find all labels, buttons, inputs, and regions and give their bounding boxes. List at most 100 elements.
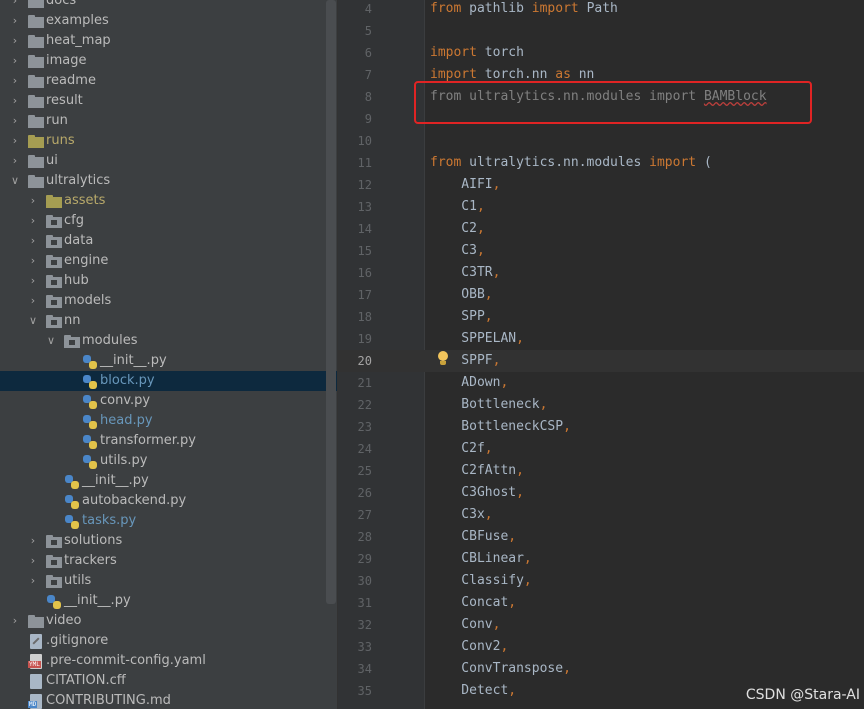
tree-item-readme[interactable]: › readme (0, 71, 337, 91)
tree-item-models[interactable]: › models (0, 291, 337, 311)
tree-item-cfg[interactable]: › cfg (0, 211, 337, 231)
tree-item-trackers[interactable]: › trackers (0, 551, 337, 571)
tree-item-label: video (46, 613, 82, 628)
tree-item-data[interactable]: › data (0, 231, 337, 251)
chevron-right-icon[interactable]: › (9, 151, 21, 171)
code-token: , (476, 199, 485, 214)
tree-item-label: assets (64, 193, 106, 208)
code-line[interactable]: 6 import torch (338, 42, 864, 64)
code-line[interactable]: 33 Conv2, (338, 636, 864, 658)
code-line[interactable]: 26 C3Ghost, (338, 482, 864, 504)
code-token: ultralytics.nn.modules (469, 155, 650, 170)
tree-item-nn[interactable]: ∨ nn (0, 311, 337, 331)
code-line[interactable]: 17 OBB, (338, 284, 864, 306)
python-file-icon (82, 454, 98, 469)
chevron-right-icon[interactable]: › (9, 131, 21, 151)
tree-item-utils-py[interactable]: utils.py (0, 451, 337, 471)
code-line[interactable]: 27 C3x, (338, 504, 864, 526)
code-line[interactable]: 22 Bottleneck, (338, 394, 864, 416)
tree-item-ultralytics-init[interactable]: __init__.py (0, 591, 337, 611)
tree-item-modules[interactable]: ∨ modules (0, 331, 337, 351)
tree-item-transformer[interactable]: transformer.py (0, 431, 337, 451)
code-line[interactable]: 34 ConvTranspose, (338, 658, 864, 680)
line-number: 29 (357, 552, 372, 566)
tree-item-solutions[interactable]: › solutions (0, 531, 337, 551)
code-line[interactable]: 31 Concat, (338, 592, 864, 614)
tree-item-gitignore[interactable]: .gitignore (0, 631, 337, 651)
tree-item-ui[interactable]: › ui (0, 151, 337, 171)
code-line[interactable]: 21 ADown, (338, 372, 864, 394)
tree-item-autobackend[interactable]: autobackend.py (0, 491, 337, 511)
tree-item-conv[interactable]: conv.py (0, 391, 337, 411)
tree-item-examples[interactable]: › examples (0, 11, 337, 31)
tree-item-runs[interactable]: › runs (0, 131, 337, 151)
chevron-right-icon[interactable]: › (27, 291, 39, 311)
chevron-right-icon[interactable]: › (27, 191, 39, 211)
chevron-right-icon[interactable]: › (9, 11, 21, 31)
chevron-right-icon[interactable]: › (27, 571, 39, 591)
chevron-right-icon[interactable]: › (9, 51, 21, 71)
tree-item-engine[interactable]: › engine (0, 251, 337, 271)
code-line[interactable]: 14 C2, (338, 218, 864, 240)
chevron-right-icon[interactable]: › (9, 111, 21, 131)
code-line[interactable]: 15 C3, (338, 240, 864, 262)
chevron-right-icon[interactable]: › (9, 91, 21, 111)
chevron-right-icon[interactable]: › (9, 611, 21, 631)
code-text: SPP, (430, 306, 492, 328)
code-token: , (563, 661, 571, 676)
tree-item-label: data (64, 233, 94, 248)
tree-item-label: CONTRIBUTING.md (46, 693, 171, 708)
code-line[interactable]: 10 (338, 130, 864, 152)
python-file-icon (64, 474, 80, 489)
chevron-right-icon[interactable]: › (27, 231, 39, 251)
code-line[interactable]: 28 CBFuse, (338, 526, 864, 548)
chevron-right-icon[interactable]: › (27, 531, 39, 551)
code-line[interactable]: 23 BottleneckCSP, (338, 416, 864, 438)
tree-item-block[interactable]: block.py (0, 371, 337, 391)
tree-item-citation[interactable]: CITATION.cff (0, 671, 337, 691)
chevron-down-icon[interactable]: ∨ (9, 171, 21, 191)
code-line[interactable]: 18 SPP, (338, 306, 864, 328)
chevron-down-icon[interactable]: ∨ (45, 331, 57, 351)
code-line[interactable]: 16 C3TR, (338, 262, 864, 284)
code-line[interactable]: 29 CBLinear, (338, 548, 864, 570)
tree-item-assets[interactable]: › assets (0, 191, 337, 211)
chevron-right-icon[interactable]: › (9, 31, 21, 51)
chevron-right-icon[interactable]: › (27, 551, 39, 571)
code-line[interactable]: 4 from pathlib import Path (338, 0, 864, 20)
chevron-right-icon[interactable]: › (27, 211, 39, 231)
tree-item-nn-init[interactable]: __init__.py (0, 471, 337, 491)
tree-item-heat_map[interactable]: › heat_map (0, 31, 337, 51)
code-line[interactable]: 25 C2fAttn, (338, 460, 864, 482)
chevron-right-icon[interactable]: › (27, 251, 39, 271)
code-line[interactable]: 12 AIFI, (338, 174, 864, 196)
code-line[interactable]: 20 SPPF, (338, 350, 864, 372)
tree-item-contributing[interactable]: MD CONTRIBUTING.md (0, 691, 337, 709)
chevron-right-icon[interactable]: › (9, 0, 21, 11)
code-line[interactable]: 13 C1, (338, 196, 864, 218)
chevron-right-icon[interactable]: › (27, 271, 39, 291)
tree-item-hub[interactable]: › hub (0, 271, 337, 291)
code-line[interactable]: 32 Conv, (338, 614, 864, 636)
lightbulb-icon[interactable] (436, 351, 450, 369)
line-number: 22 (357, 398, 372, 412)
chevron-down-icon[interactable]: ∨ (27, 311, 39, 331)
tree-item-tasks[interactable]: tasks.py (0, 511, 337, 531)
tree-item-head[interactable]: head.py (0, 411, 337, 431)
tree-item-image[interactable]: › image (0, 51, 337, 71)
project-scrollbar[interactable] (326, 0, 336, 604)
code-line[interactable]: 11 from ultralytics.nn.modules import ( (338, 152, 864, 174)
code-line[interactable]: 24 C2f, (338, 438, 864, 460)
tree-item-run[interactable]: › run (0, 111, 337, 131)
tree-item-result[interactable]: › result (0, 91, 337, 111)
code-line[interactable]: 19 SPPELAN, (338, 328, 864, 350)
tree-item-ultralytics[interactable]: ∨ ultralytics (0, 171, 337, 191)
code-line[interactable]: 5 (338, 20, 864, 42)
tree-item-modules-init[interactable]: __init__.py (0, 351, 337, 371)
tree-item-precommit[interactable]: YML .pre-commit-config.yaml (0, 651, 337, 671)
chevron-right-icon[interactable]: › (9, 71, 21, 91)
tree-item-video[interactable]: › video (0, 611, 337, 631)
tree-item-docs[interactable]: › docs (0, 0, 337, 11)
code-line[interactable]: 30 Classify, (338, 570, 864, 592)
tree-item-utils[interactable]: › utils (0, 571, 337, 591)
